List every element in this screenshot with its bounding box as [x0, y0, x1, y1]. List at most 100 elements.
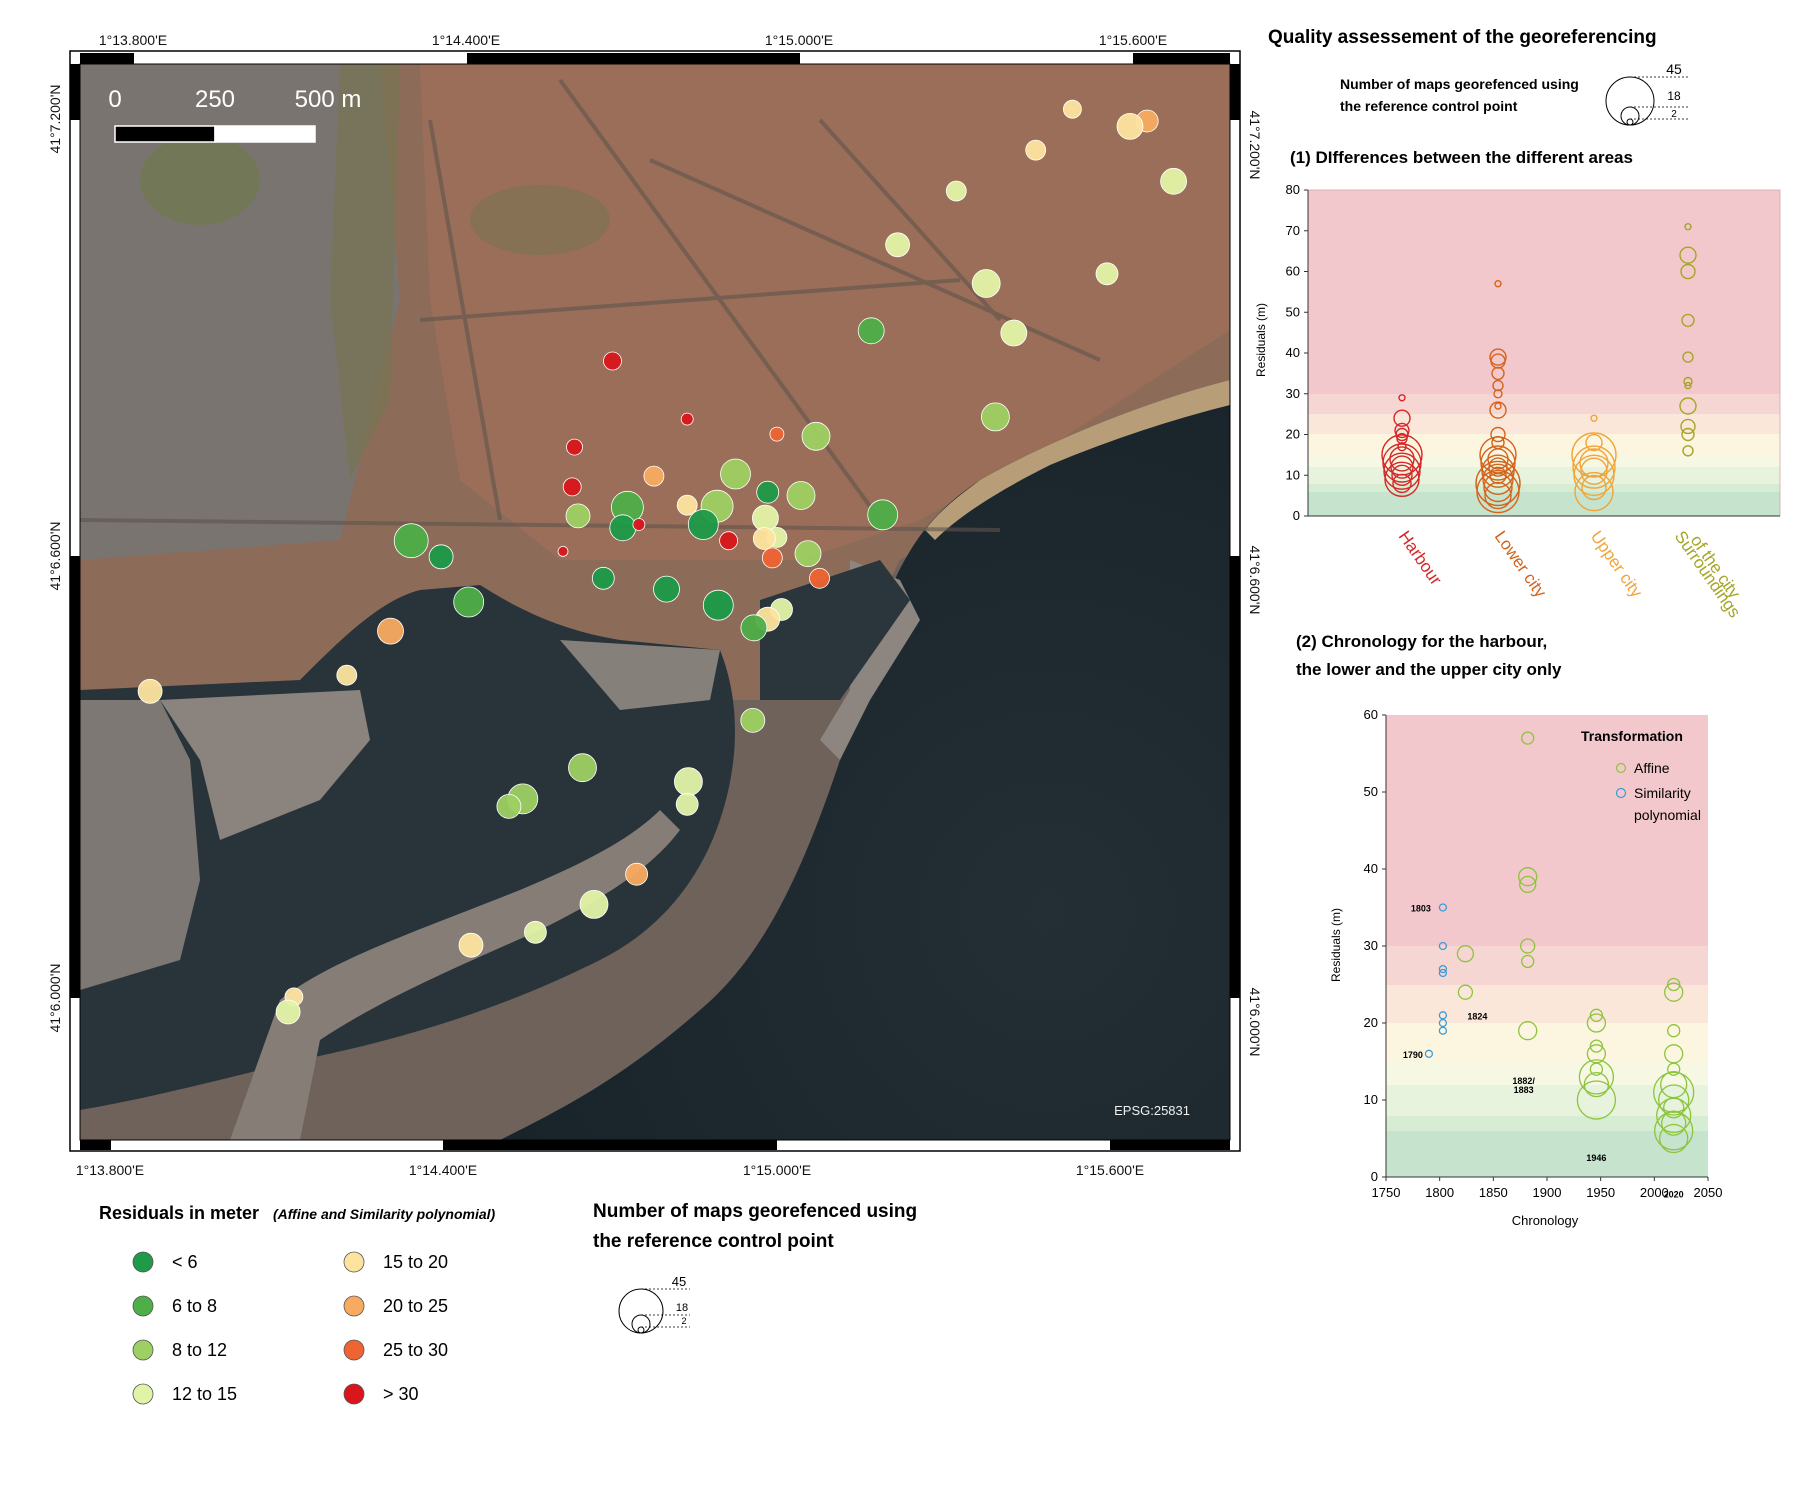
- control-point[interactable]: [496, 794, 522, 819]
- control-point[interactable]: [603, 351, 622, 371]
- control-point[interactable]: [453, 586, 485, 618]
- chart2-xtick-label: 2050: [1694, 1185, 1723, 1200]
- lon-label-bottom-1: 1°14.400'E: [409, 1162, 477, 1178]
- control-point[interactable]: [653, 575, 680, 603]
- lat-label-right-1: 41°6.600'N: [1247, 546, 1263, 615]
- control-point[interactable]: [562, 477, 582, 497]
- chart2-xtick-label: 1800: [1425, 1185, 1454, 1200]
- crs-label: EPSG:25831: [1114, 1103, 1190, 1118]
- control-point[interactable]: [680, 412, 694, 426]
- control-point[interactable]: [566, 438, 583, 456]
- control-point[interactable]: [393, 523, 429, 559]
- residuals-legend-title: Residuals in meter: [99, 1203, 259, 1223]
- green-patch: [470, 185, 610, 255]
- control-point[interactable]: [377, 617, 404, 645]
- chart1-category-label: Lower city: [1491, 527, 1551, 601]
- legend-similarity-label: Similarity: [1634, 785, 1691, 801]
- residuals-legend-note: (Affine and Similarity polynomial): [273, 1206, 496, 1222]
- control-point[interactable]: [643, 465, 665, 487]
- control-point[interactable]: [275, 999, 301, 1025]
- residual-class-swatch: [343, 1251, 365, 1273]
- control-point[interactable]: [761, 547, 783, 569]
- control-point[interactable]: [336, 664, 358, 686]
- size-legend-text-line1: Number of maps georefenced using: [1340, 76, 1579, 92]
- control-point[interactable]: [687, 509, 719, 540]
- chart2-xlabel: Chronology: [1512, 1213, 1579, 1228]
- lat-label-right-0: 41°7.200'N: [1247, 111, 1263, 180]
- control-point[interactable]: [702, 589, 734, 621]
- control-point[interactable]: [885, 232, 910, 258]
- residual-class-swatch: [132, 1339, 154, 1361]
- control-point[interactable]: [981, 402, 1010, 432]
- control-point[interactable]: [565, 503, 591, 529]
- chart2-zone-20-25: [1386, 985, 1708, 1023]
- chart2-ytick-label: 30: [1364, 938, 1378, 953]
- chart2: 0102030405060 1750 1800 1850 1900 1950 2000 20…: [1329, 707, 1722, 1228]
- control-point[interactable]: [740, 614, 768, 642]
- chart2-zone-8-12: [1386, 1085, 1708, 1116]
- control-point[interactable]: [625, 862, 648, 886]
- control-point[interactable]: [809, 567, 830, 589]
- control-point[interactable]: [756, 480, 780, 504]
- control-point[interactable]: [137, 678, 163, 704]
- chart1-ytick-label: 30: [1286, 386, 1300, 401]
- control-point[interactable]: [945, 180, 967, 202]
- control-point[interactable]: [801, 421, 831, 451]
- control-point[interactable]: [675, 792, 699, 816]
- chart2-ytick-label: 20: [1364, 1015, 1378, 1030]
- control-point[interactable]: [609, 514, 637, 542]
- control-point[interactable]: [1025, 139, 1047, 161]
- chart2-title-line1: (2) Chronology for the harbour,: [1296, 632, 1547, 651]
- control-point[interactable]: [719, 531, 738, 551]
- control-point[interactable]: [524, 920, 547, 944]
- control-point[interactable]: [1095, 262, 1119, 286]
- chart2-ytick-label: 0: [1371, 1169, 1378, 1184]
- control-point[interactable]: [557, 546, 569, 557]
- chart1-ytick-label: 60: [1286, 264, 1300, 279]
- bottom-size-value-2: 2: [681, 1316, 686, 1326]
- residual-class-label: 15 to 20: [383, 1252, 448, 1272]
- control-point[interactable]: [752, 527, 776, 550]
- residual-class-swatch: [132, 1295, 154, 1317]
- residual-class-swatch: [343, 1295, 365, 1317]
- control-point[interactable]: [857, 317, 885, 345]
- control-point[interactable]: [632, 518, 646, 531]
- control-point[interactable]: [786, 481, 816, 510]
- chart1-ytick-label: 0: [1293, 508, 1300, 523]
- control-point[interactable]: [1000, 319, 1028, 347]
- size-value-18: 18: [1667, 89, 1681, 103]
- control-point[interactable]: [720, 458, 751, 490]
- control-point[interactable]: [794, 540, 822, 567]
- size-legend-bottom: Number of maps georefenced using the ref…: [593, 1201, 917, 1334]
- control-point[interactable]: [971, 269, 1001, 298]
- residual-class-label: > 30: [383, 1384, 419, 1404]
- chart1-zone-15-20: [1308, 434, 1780, 455]
- control-point[interactable]: [769, 426, 785, 442]
- chart2-legend-title: Transformation: [1581, 728, 1683, 744]
- chart2-title-line2: the lower and the upper city only: [1296, 660, 1562, 679]
- lon-label-bottom-3: 1°15.600'E: [1076, 1162, 1144, 1178]
- chart1-zone-12-15: [1308, 455, 1780, 467]
- control-point[interactable]: [740, 708, 766, 733]
- control-point[interactable]: [579, 890, 609, 919]
- control-point[interactable]: [428, 544, 454, 570]
- control-point[interactable]: [458, 932, 484, 958]
- legend-polynomial-label: polynomial: [1634, 807, 1701, 823]
- scale-label-0: 0: [108, 86, 121, 113]
- control-point[interactable]: [568, 753, 597, 783]
- chart2-annotation: 2020: [1664, 1189, 1684, 1199]
- control-point[interactable]: [674, 767, 703, 797]
- residual-class-label: 8 to 12: [172, 1340, 227, 1360]
- control-point[interactable]: [1063, 99, 1082, 119]
- control-point[interactable]: [591, 566, 615, 590]
- chart1-zone-8-12: [1308, 467, 1780, 484]
- lon-label-top-3: 1°15.600'E: [1099, 32, 1167, 48]
- control-point[interactable]: [1160, 167, 1187, 195]
- chart2-xtick-label: 1750: [1372, 1185, 1401, 1200]
- lat-label-left-2: 41°6.000'N: [47, 964, 63, 1033]
- chart2-zone-15-20: [1386, 1023, 1708, 1062]
- control-point[interactable]: [867, 499, 899, 531]
- lon-label-top-1: 1°14.400'E: [432, 32, 500, 48]
- size-legend-text-line2: the reference control point: [1340, 98, 1518, 114]
- control-point[interactable]: [1116, 113, 1144, 140]
